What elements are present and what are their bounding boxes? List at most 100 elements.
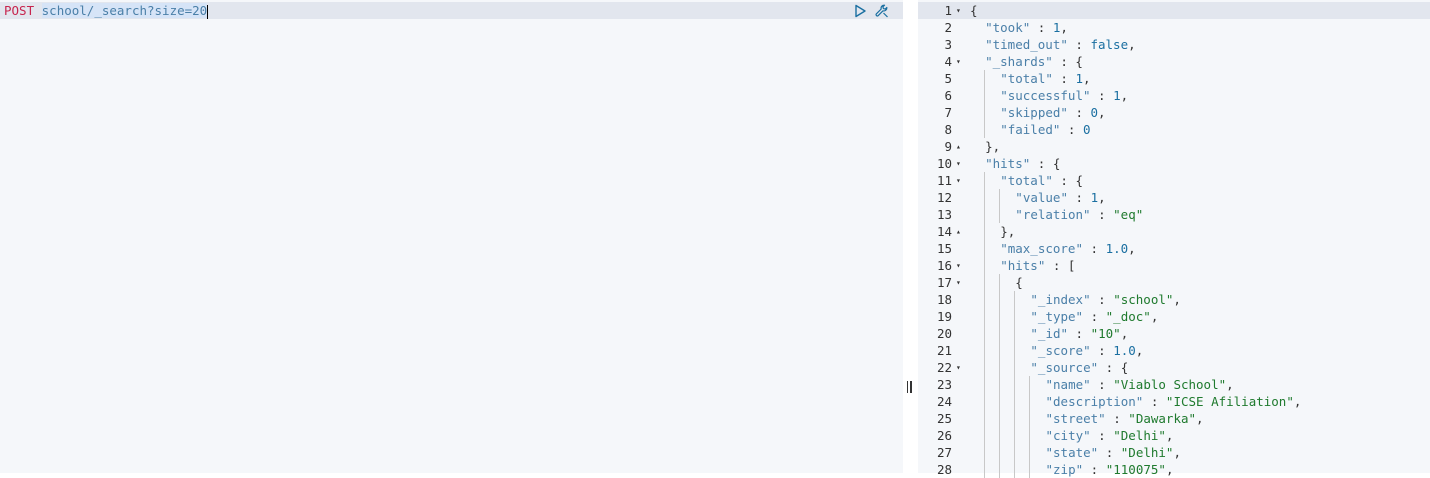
code-line[interactable]: "total" : { [966,172,1430,189]
indent-guide [1029,393,1031,410]
line-number: 14 ▴ [918,223,966,240]
code-token: "_shards" [985,54,1053,69]
code-line[interactable]: "timed_out" : false, [966,36,1430,53]
line-number-text: 24 [936,394,952,409]
code-token: , [1196,411,1204,426]
line-number: 11 ▾ [918,172,966,189]
code-token: "relation" [1015,207,1091,222]
fold-collapse-icon[interactable]: ▾ [956,359,961,376]
code-line[interactable]: "_index" : "school", [966,291,1430,308]
code-token: , [1098,105,1106,120]
fold-collapse-icon[interactable]: ▾ [956,172,961,189]
code-token: "ICSE Afiliation" [1165,394,1294,409]
code-token: 0 [1082,122,1091,137]
response-viewer[interactable]: 1 ▾ 2 3 4 ▾ 5 6 7 8 9 ▴ 10 ▾ 11 ▾ 12 13 14 ▴ 15 16 ▾ 17 ▾ 18 19 20 2… [918,0,1430,478]
pane-divider[interactable] [903,0,918,473]
code-line[interactable]: }, [966,138,1430,155]
request-settings-button[interactable] [874,3,890,19]
code-line-indent [966,139,985,154]
code-line[interactable]: "relation" : "eq" [966,206,1430,223]
fold-collapse-icon[interactable]: ▾ [956,257,961,274]
code-token: 1 [1075,71,1083,86]
fold-collapse-icon[interactable]: ▾ [956,2,961,19]
code-line[interactable]: "_score" : 1.0, [966,342,1430,359]
code-line[interactable]: "skipped" : 0, [966,104,1430,121]
code-token: : { [1098,360,1129,375]
code-line[interactable]: "hits" : [ [966,257,1430,274]
code-line[interactable]: "state" : "Delhi", [966,444,1430,461]
code-token: "eq" [1113,207,1144,222]
code-line[interactable]: "failed" : 0 [966,121,1430,138]
code-token: "successful" [1000,88,1091,103]
code-token: }, [1000,224,1016,239]
code-token: "10" [1090,326,1121,341]
code-line-indent [966,122,1000,137]
code-line-indent [966,190,1015,205]
line-number-text: 9 [944,139,952,154]
code-token: : [1090,428,1114,443]
code-token: "_source" [1030,360,1099,375]
request-line[interactable]: POST school/_search?size=20 [4,2,209,19]
line-number-text: 25 [936,411,952,426]
code-token: "_id" [1030,326,1069,341]
code-line-indent [966,377,1046,392]
line-number-text: 20 [936,326,952,341]
code-line[interactable]: }, [966,223,1430,240]
code-line[interactable]: "max_score" : 1.0, [966,240,1430,257]
code-line[interactable]: "_shards" : { [966,53,1430,70]
code-line[interactable]: "took" : 1, [966,19,1430,36]
code-line-indent [966,37,985,52]
code-token: , [1165,462,1174,477]
line-number-text: 28 [936,462,952,477]
code-line-indent [966,54,985,69]
fold-expand-icon[interactable]: ▴ [956,138,961,155]
code-token: : [1098,445,1121,460]
code-line[interactable]: "_type" : "_doc", [966,308,1430,325]
code-line[interactable]: "_id" : "10", [966,325,1430,342]
line-number-text: 7 [944,105,952,120]
code-token: : [1090,292,1114,307]
code-line[interactable]: "_source" : { [966,359,1430,376]
code-token: , [1128,37,1136,52]
code-line[interactable]: "street" : "Dawarka", [966,410,1430,427]
send-request-button[interactable] [852,3,868,19]
fold-expand-icon[interactable]: ▴ [956,223,961,240]
line-number: 28 [918,461,966,478]
code-line[interactable]: "successful" : 1, [966,87,1430,104]
indent-guide [1014,325,1016,342]
code-token: , [1173,292,1181,307]
indent-guide [1014,376,1016,393]
code-line[interactable]: "name" : "Viablo School", [966,376,1430,393]
code-line[interactable]: "city" : "Delhi", [966,427,1430,444]
line-number: 23 [918,376,966,393]
code-token: 0 [1090,105,1099,120]
code-line[interactable]: { [966,274,1430,291]
code-line[interactable]: "description" : "ICSE Afiliation", [966,393,1430,410]
line-number-text: 10 [936,156,952,171]
code-line-indent [966,326,1030,341]
code-line[interactable]: "total" : 1, [966,70,1430,87]
line-number-text: 12 [936,190,952,205]
code-token: , [1098,190,1106,205]
code-line[interactable]: "hits" : { [966,155,1430,172]
request-editor[interactable]: POST school/_search?size=20 [0,0,903,473]
request-actions [852,3,890,19]
indent-guide [1014,461,1016,478]
response-code[interactable]: {"took" : 1, "timed_out" : false, "_shards… [966,0,1430,478]
line-number-text: 26 [936,428,952,443]
code-line[interactable]: "zip" : "110075", [966,461,1430,478]
fold-collapse-icon[interactable]: ▾ [956,274,961,291]
code-line[interactable]: "value" : 1, [966,189,1430,206]
line-number: 16 ▾ [918,257,966,274]
code-line[interactable]: { [966,2,1430,19]
line-number-text: 1 [944,3,952,18]
code-token: "max_score" [1000,241,1083,256]
indent-guide [984,291,986,308]
code-line-indent [966,258,1000,273]
code-token: 1 [1113,88,1121,103]
fold-collapse-icon[interactable]: ▾ [956,53,961,70]
code-token: , [1293,394,1302,409]
fold-collapse-icon[interactable]: ▾ [956,155,961,172]
code-token: "hits" [1000,258,1046,273]
resize-handle[interactable] [906,381,912,393]
